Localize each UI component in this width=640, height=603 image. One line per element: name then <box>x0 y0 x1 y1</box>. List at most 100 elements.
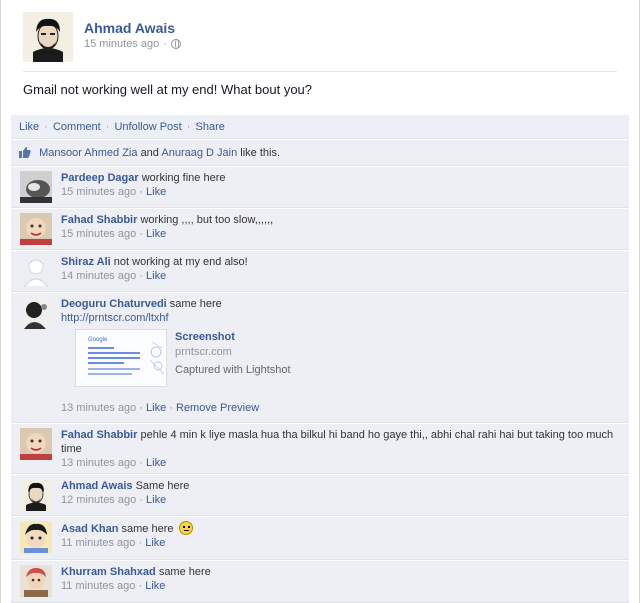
commenter-name[interactable]: Fahad Shabbir <box>61 214 137 226</box>
commenter-avatar[interactable] <box>20 213 52 245</box>
comment-item: Asad Khan same here 11 minutes ago · Lik… <box>11 517 629 560</box>
meta-separator: · <box>139 457 143 469</box>
preview-domain: prntscr.com <box>175 346 232 358</box>
comment-timestamp[interactable]: 14 minutes ago <box>61 270 136 282</box>
post-actions-bar: Like · Comment · Unfollow Post · Share <box>11 115 629 139</box>
post-card: Ahmad Awais 15 minutes ago · Gmail not w… <box>0 0 640 603</box>
comment-body: Fahad Shabbir pehle 4 min k liye masla h… <box>61 428 621 470</box>
comment-text: pehle 4 min k liye masla hua tha bilkul … <box>61 429 614 455</box>
comment-item: Fahad Shabbir working ,,,, but too slow,… <box>11 209 629 250</box>
comment-body: Ahmad Awais Same here 12 minutes ago · L… <box>61 479 621 507</box>
comment-text: Same here <box>135 480 190 492</box>
likes-and: and <box>140 147 159 159</box>
comment-item: Khurram Shahxad same here 11 minutes ago… <box>11 561 629 603</box>
post-author-name[interactable]: Ahmad Awais <box>84 20 175 36</box>
comment-timestamp[interactable]: 11 minutes ago <box>61 580 135 592</box>
meta-separator: · <box>139 270 143 282</box>
commenter-avatar[interactable] <box>20 297 52 329</box>
commenter-name[interactable]: Fahad Shabbir <box>61 429 137 441</box>
liker-link[interactable]: Anuraag D Jain <box>161 147 237 159</box>
comment-timestamp[interactable]: 12 minutes ago <box>61 494 136 506</box>
comment-meta: 11 minutes ago · Like <box>61 580 165 592</box>
comment-item: Fahad Shabbir pehle 4 min k liye masla h… <box>11 424 629 474</box>
commenter-name[interactable]: Shiraz Ali <box>61 256 111 268</box>
comment-meta: 12 minutes ago · Like <box>61 494 166 506</box>
globe-icon[interactable] <box>170 39 181 49</box>
share-link[interactable]: Share <box>196 121 225 133</box>
comment-meta: 14 minutes ago · Like <box>61 270 166 282</box>
comment-like-link[interactable]: Like <box>146 186 166 198</box>
comment-item: Shiraz Ali not working at my end also! 1… <box>11 251 629 292</box>
remove-preview-link[interactable]: Remove Preview <box>176 402 259 414</box>
author-avatar[interactable] <box>23 12 73 62</box>
smiley-emoticon-icon <box>178 521 193 535</box>
comment-timestamp[interactable]: 13 minutes ago <box>61 457 136 469</box>
comment-timestamp[interactable]: 13 minutes ago <box>61 402 136 414</box>
comment-link[interactable]: Comment <box>53 121 101 133</box>
comment-like-link[interactable]: Like <box>146 494 166 506</box>
preview-title[interactable]: Screenshot <box>175 331 235 343</box>
comment-like-link[interactable]: Like <box>146 270 166 282</box>
post-meta: 15 minutes ago · <box>84 38 181 50</box>
comment-text: working ,,,, but too slow,,,,,, <box>140 214 274 226</box>
likes-suffix: like this. <box>240 147 281 159</box>
action-separator: · <box>44 121 48 133</box>
meta-separator: · <box>163 38 167 50</box>
header-divider <box>23 71 617 72</box>
comment-text: working fine here <box>141 172 226 184</box>
liker-link[interactable]: Mansoor Ahmed Zia <box>39 147 137 159</box>
thumbs-up-icon <box>19 147 31 158</box>
commenter-name[interactable]: Pardeep Dagar <box>61 172 139 184</box>
comment-item: Deoguru Chaturvedi same here http://prnt… <box>11 293 629 423</box>
meta-separator: · <box>139 494 143 506</box>
comment-text: same here <box>121 523 174 535</box>
link-preview[interactable]: Google Screenshot prntscr.com Captured w… <box>75 329 335 389</box>
comment-meta: 13 minutes ago · Like <box>61 457 166 469</box>
action-separator: · <box>105 121 110 133</box>
commenter-avatar[interactable] <box>20 171 52 203</box>
meta-separator: · <box>139 402 143 414</box>
commenter-name[interactable]: Asad Khan <box>61 523 118 535</box>
comment-like-link[interactable]: Like <box>146 402 166 414</box>
post-timestamp[interactable]: 15 minutes ago <box>84 38 159 50</box>
comment-meta: 15 minutes ago · Like <box>61 228 166 240</box>
meta-separator: · <box>138 537 143 549</box>
comment-like-link[interactable]: Like <box>145 580 165 592</box>
commenter-name[interactable]: Ahmad Awais <box>61 480 133 492</box>
preview-description: Captured with Lightshot <box>175 364 291 376</box>
comment-meta: 13 minutes ago · Like · Remove Preview <box>61 402 259 414</box>
comment-like-link[interactable]: Like <box>146 457 166 469</box>
comment-timestamp[interactable]: 15 minutes ago <box>61 186 136 198</box>
meta-separator: · <box>139 186 143 198</box>
commenter-avatar[interactable] <box>20 428 52 460</box>
comment-item: Ahmad Awais Same here 12 minutes ago · L… <box>11 475 629 516</box>
comment-meta: 15 minutes ago · Like <box>61 186 166 198</box>
comment-url-link[interactable]: http://prntscr.com/ltxhf <box>61 312 169 324</box>
comment-text: same here <box>158 566 211 578</box>
comment-text: not working at my end also! <box>113 256 248 268</box>
comment-item: Pardeep Dagar working fine here 15 minut… <box>11 167 629 208</box>
comment-text: same here <box>169 298 222 310</box>
comment-timestamp[interactable]: 11 minutes ago <box>61 537 135 549</box>
meta-separator: · <box>139 228 143 240</box>
commenter-name[interactable]: Deoguru Chaturvedi <box>61 298 167 310</box>
like-link[interactable]: Like <box>19 121 39 133</box>
comment-body: Deoguru Chaturvedi same here http://prnt… <box>61 297 621 325</box>
preview-thumbnail[interactable]: Google <box>75 329 167 387</box>
comment-body: Asad Khan same here 11 minutes ago · Lik… <box>61 521 621 550</box>
comment-body: Shiraz Ali not working at my end also! 1… <box>61 255 621 283</box>
commenter-avatar[interactable] <box>20 479 52 511</box>
comment-like-link[interactable]: Like <box>145 537 165 549</box>
comment-like-link[interactable]: Like <box>146 228 166 240</box>
comment-timestamp[interactable]: 15 minutes ago <box>61 228 136 240</box>
comment-meta: 11 minutes ago · Like <box>61 537 165 549</box>
commenter-avatar[interactable] <box>20 521 52 553</box>
commenter-avatar[interactable] <box>20 255 52 287</box>
unfollow-post-link[interactable]: Unfollow Post <box>114 121 181 133</box>
likes-summary: Mansoor Ahmed Zia and Anuraag D Jain lik… <box>11 140 629 166</box>
commenter-name[interactable]: Khurram Shahxad <box>61 566 156 578</box>
meta-separator: · <box>138 580 143 592</box>
comment-body: Pardeep Dagar working fine here 15 minut… <box>61 171 621 199</box>
meta-separator: · <box>169 402 173 414</box>
commenter-avatar[interactable] <box>20 565 52 597</box>
